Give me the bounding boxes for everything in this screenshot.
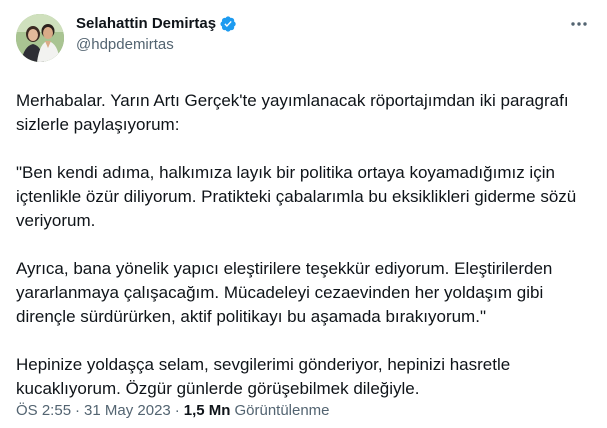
avatar-photo-icon	[16, 14, 64, 62]
tweet-time[interactable]: ÖS 2:55	[16, 402, 71, 420]
views-count[interactable]: 1,5 Mn	[184, 402, 231, 420]
author-display-name[interactable]: Selahattin Demirtaş	[76, 14, 216, 34]
tweet-paragraph: Hepinize yoldaşça selam, sevgilerimi gön…	[16, 355, 515, 398]
verified-badge-icon[interactable]	[219, 15, 237, 33]
tweet-text: Merhabalar. Yarın Artı Gerçek'te yayımla…	[16, 89, 591, 401]
tweet-date[interactable]: 31 May 2023	[84, 402, 171, 420]
tweet-header: Selahattin Demirtaş @hdpdemirtas	[16, 14, 591, 62]
separator: ·	[75, 402, 81, 419]
tweet-metadata: ÖS 2:55 · 31 May 2023 · 1,5 Mn Görüntüle…	[16, 402, 330, 420]
tweet-paragraph: Merhabalar. Yarın Artı Gerçek'te yayımla…	[16, 91, 574, 134]
tweet-paragraph: Ayrıca, bana yönelik yapıcı eleştirilere…	[16, 259, 558, 326]
tweet-paragraph: "Ben kendi adıma, halkımıza layık bir po…	[16, 163, 581, 230]
author-name-row: Selahattin Demirtaş	[76, 14, 237, 34]
tweet-card: Selahattin Demirtaş @hdpdemirtas Merhaba…	[0, 0, 607, 428]
separator: ·	[174, 402, 180, 419]
views-label[interactable]: Görüntülenme	[234, 402, 329, 420]
avatar[interactable]	[16, 14, 64, 62]
more-options-icon[interactable]	[569, 16, 589, 32]
author-identity: Selahattin Demirtaş @hdpdemirtas	[76, 14, 237, 55]
author-handle[interactable]: @hdpdemirtas	[76, 35, 237, 55]
